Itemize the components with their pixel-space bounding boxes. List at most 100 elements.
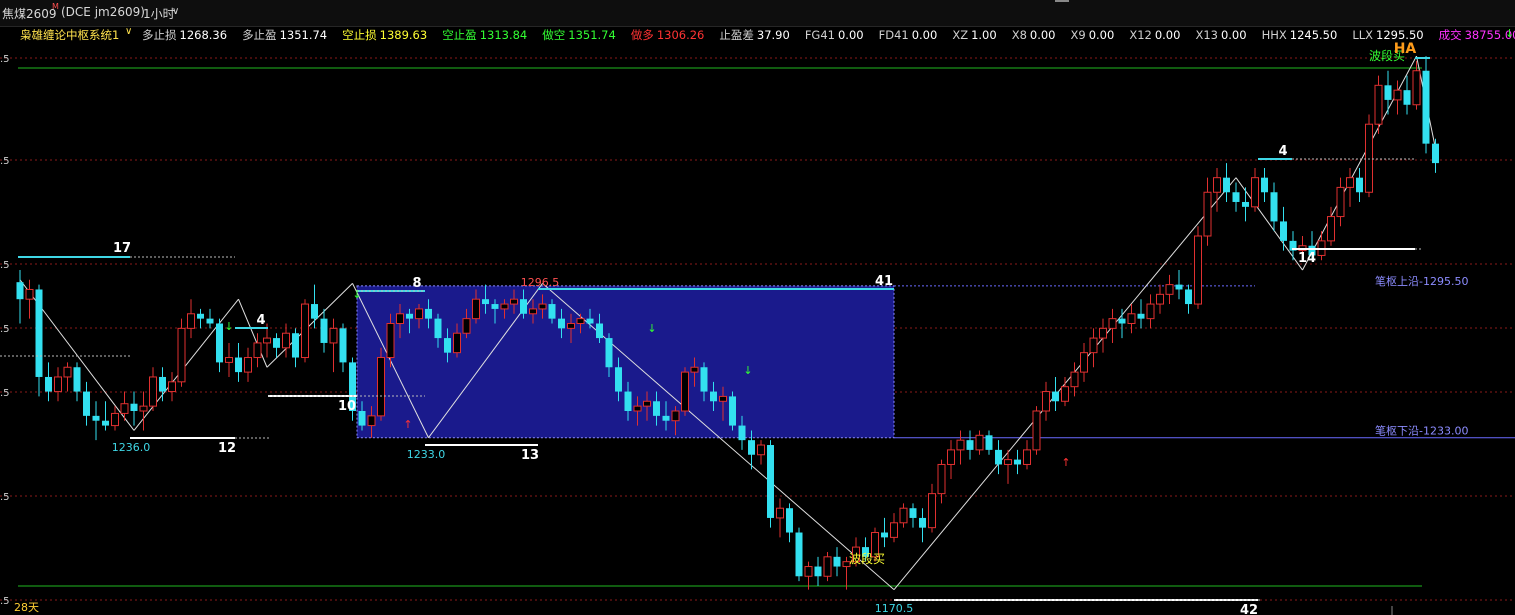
candle-body-up xyxy=(1023,449,1031,465)
candle-body-down xyxy=(1014,459,1021,465)
y-tick-label: .5 xyxy=(0,54,10,65)
candle-body-down xyxy=(1052,391,1059,402)
count-label: 8 xyxy=(412,276,421,291)
candle-body-down xyxy=(406,313,413,319)
arrow-down-icon: ↓ xyxy=(224,320,233,333)
count-label: 41 xyxy=(875,274,893,289)
candle-body-up xyxy=(1412,70,1421,106)
count-label: 17 xyxy=(113,241,131,256)
candle-body-up xyxy=(633,405,642,412)
candle-body-down xyxy=(881,532,888,538)
candle-body-down xyxy=(273,338,280,348)
candle-body-down xyxy=(662,415,670,421)
candle-body-down xyxy=(35,289,43,377)
candle-body-up xyxy=(1336,186,1345,218)
candle-body-up xyxy=(1365,123,1373,193)
y-tick-label: .5 xyxy=(0,156,10,167)
candle-body-down xyxy=(786,508,793,533)
candle-body-down xyxy=(206,318,214,324)
price-label: 1236.0 xyxy=(112,441,151,454)
candle-body-down xyxy=(548,304,556,319)
candle-body-up xyxy=(1327,216,1335,242)
candle-body-down xyxy=(596,323,603,339)
candle-body-up xyxy=(1042,391,1050,412)
candle-body-down xyxy=(795,532,803,577)
candle-body-up xyxy=(956,439,965,451)
candle-body-up xyxy=(225,357,233,363)
candle-body-down xyxy=(833,556,841,567)
candle-body-down xyxy=(45,376,52,392)
candle-body-up xyxy=(975,434,984,451)
candle-body-up xyxy=(367,415,376,427)
candle-body-up xyxy=(510,298,518,305)
candle-body-down xyxy=(966,440,974,450)
count-label: 13 xyxy=(521,448,539,463)
candle-body-up xyxy=(63,366,72,378)
candle-body-up xyxy=(1213,177,1221,193)
candle-body-up xyxy=(1146,303,1155,320)
y-tick-label: .5 xyxy=(0,388,10,399)
arrow-down-icon: ↓ xyxy=(352,288,361,301)
arrow-up-icon: ↑ xyxy=(403,418,412,431)
candle-body-up xyxy=(890,522,898,538)
count-label: 42 xyxy=(1240,603,1258,615)
candle-body-up xyxy=(690,366,699,373)
candle-body-down xyxy=(1175,284,1183,290)
candle-body-up xyxy=(1004,459,1012,465)
candle-body-up xyxy=(937,463,946,495)
bi-segment xyxy=(238,299,268,368)
candle-body-up xyxy=(1194,235,1202,305)
candle-body-up xyxy=(1127,313,1136,324)
arrow-down-icon: ↓ xyxy=(647,322,656,335)
candle-body-down xyxy=(73,367,81,392)
candle-body-up xyxy=(244,357,252,373)
candle-body-down xyxy=(83,391,90,416)
bi-segment xyxy=(133,298,239,431)
candle-body-up xyxy=(177,327,186,383)
candle-body-up xyxy=(472,298,480,320)
count-label: 4 xyxy=(1278,144,1287,159)
y-tick-label: .5 xyxy=(0,324,10,335)
footer-days-label: 28天 xyxy=(14,601,39,614)
candle-body-down xyxy=(748,440,755,455)
candle-body-down xyxy=(738,425,746,441)
candle-body-up xyxy=(139,405,148,412)
count-label: 12 xyxy=(218,441,236,456)
count-label: 14 xyxy=(1298,251,1316,266)
candle-body-up xyxy=(576,318,585,324)
candle-body-up xyxy=(538,303,547,310)
candle-body-down xyxy=(482,299,489,305)
candle-body-down xyxy=(985,435,993,450)
candle-body-up xyxy=(329,327,338,344)
zhongshu-upper-label: 笔枢上沿-1295.50 xyxy=(1375,274,1468,288)
candle-body-down xyxy=(558,318,565,329)
candle-body-up xyxy=(462,318,471,334)
zhongshu-box xyxy=(356,285,895,439)
candle-body-down xyxy=(1384,85,1392,100)
candle-body-down xyxy=(1261,177,1268,193)
candle-body-up xyxy=(719,395,727,402)
candle-body-down xyxy=(235,357,242,373)
candle-body-down xyxy=(995,449,1002,465)
candle-body-up xyxy=(386,323,395,359)
candle-body-down xyxy=(491,304,499,309)
candle-body-down xyxy=(444,338,451,353)
candle-body-down xyxy=(197,313,204,319)
candle-body-down xyxy=(653,401,660,416)
candle-body-up xyxy=(681,371,689,412)
kline-chart[interactable]: .5 .5 .5 .5 .5 .5 .5 笔枢上沿-1295.50 笔枢下沿-1233.00 17… xyxy=(0,0,1515,615)
candle-body-up xyxy=(396,313,404,324)
candle-body-down xyxy=(92,415,100,421)
y-tick-label: .5 xyxy=(0,492,10,503)
arrow-up-icon: ↑ xyxy=(1061,456,1070,469)
candle-body-down xyxy=(586,318,594,324)
candle-body-down xyxy=(624,391,632,411)
candle-body-up xyxy=(776,507,784,519)
candle-body-down xyxy=(605,338,613,368)
candle-body-up xyxy=(823,556,832,577)
candle-body-down xyxy=(767,445,774,518)
candle-body-down xyxy=(919,517,926,528)
candle-body-up xyxy=(947,449,955,465)
candle-body-up xyxy=(453,332,461,354)
y-tick-label: .5 xyxy=(0,596,10,607)
